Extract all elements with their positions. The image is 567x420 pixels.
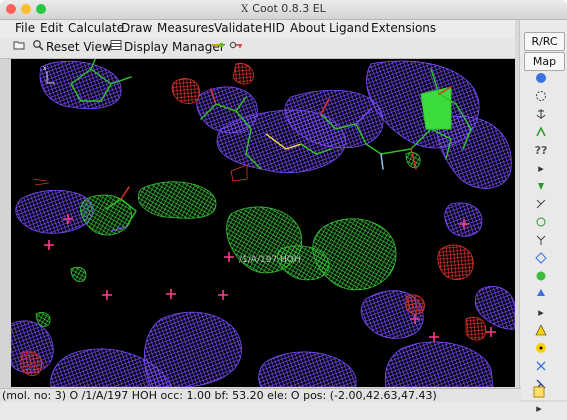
menu-extensions[interactable]: Extensions bbox=[371, 21, 436, 35]
water-cross bbox=[44, 240, 54, 250]
water-cross bbox=[166, 289, 176, 299]
title-bar: X Coot 0.8.3 EL bbox=[0, 0, 567, 20]
water-cross bbox=[218, 290, 228, 300]
bottom-margin: ▸ bbox=[0, 386, 567, 420]
question-icon[interactable]: ?? bbox=[534, 144, 548, 158]
left-margin bbox=[0, 59, 11, 387]
main-toolbar: Reset View Display Manager bbox=[0, 38, 515, 59]
status-bar: (mol. no: 3) O /1/A/197 HOH occ: 1.00 bf… bbox=[0, 388, 521, 403]
water-cross bbox=[224, 252, 234, 262]
atom-label: /1/A/197 HOH bbox=[239, 255, 301, 265]
svg-text:x: x bbox=[43, 65, 47, 72]
menu-draw[interactable]: Draw bbox=[121, 21, 152, 35]
reset-view-button[interactable]: Reset View bbox=[46, 39, 112, 56]
map-button[interactable]: Map bbox=[524, 52, 565, 71]
x11-icon: X bbox=[241, 4, 249, 15]
menu-bar: File Edit Calculate Draw Measures Valida… bbox=[0, 20, 515, 38]
rrc-button[interactable]: R/RC bbox=[524, 32, 565, 51]
menu-edit[interactable]: Edit bbox=[40, 21, 63, 35]
ligand-icon[interactable] bbox=[534, 270, 548, 284]
menu-validate[interactable]: Validate bbox=[214, 21, 262, 35]
add-residue-icon[interactable] bbox=[534, 180, 548, 194]
menu-ligand[interactable]: Ligand bbox=[329, 21, 369, 35]
expand-icon[interactable]: ▸ bbox=[534, 162, 548, 176]
anchor-icon[interactable] bbox=[534, 108, 548, 122]
menu-hid[interactable]: HID bbox=[263, 21, 285, 35]
flip-icon[interactable] bbox=[534, 252, 548, 266]
density-map-scene: x /1/A/197 HOH bbox=[11, 59, 515, 387]
window-title: Coot 0.8.3 EL bbox=[252, 2, 326, 15]
folder-icon[interactable] bbox=[13, 39, 25, 56]
sphere-icon[interactable] bbox=[534, 72, 548, 86]
radiation-icon[interactable] bbox=[534, 342, 548, 356]
rotamer-icon[interactable] bbox=[534, 216, 548, 230]
display-manager-button[interactable]: Display Manager bbox=[124, 39, 225, 56]
water-cross bbox=[429, 332, 439, 342]
coot-window: X Coot 0.8.3 EL File Edit Calculate Draw … bbox=[0, 0, 567, 420]
fit-icon[interactable] bbox=[534, 198, 548, 212]
water-add-icon[interactable] bbox=[534, 288, 548, 302]
key-icon[interactable] bbox=[229, 39, 243, 56]
menu-file[interactable]: File bbox=[15, 21, 35, 35]
sidechain-icon[interactable] bbox=[534, 234, 548, 248]
more-icon[interactable]: ▸ bbox=[532, 402, 546, 416]
warning-icon[interactable] bbox=[534, 324, 548, 338]
circle-dotted-icon[interactable] bbox=[534, 90, 548, 104]
arrow-key-icon[interactable] bbox=[211, 39, 225, 56]
menu-measures[interactable]: Measures bbox=[157, 21, 214, 35]
refine-icon[interactable] bbox=[534, 126, 548, 140]
menu-calculate[interactable]: Calculate bbox=[68, 21, 124, 35]
graphics-viewport[interactable]: x /1/A/197 HOH bbox=[11, 59, 515, 387]
star-icon[interactable] bbox=[532, 386, 546, 400]
magnifier-icon bbox=[32, 39, 44, 56]
display-manager-icon bbox=[110, 39, 122, 56]
water-cross bbox=[486, 327, 496, 337]
water-cross bbox=[102, 290, 112, 300]
delete-icon[interactable] bbox=[534, 360, 548, 374]
expand-more-icon[interactable]: ▸ bbox=[534, 306, 548, 320]
menu-about[interactable]: About bbox=[290, 21, 325, 35]
right-toolbar: R/RC Map ?? ▸ ▸ bbox=[519, 20, 567, 400]
